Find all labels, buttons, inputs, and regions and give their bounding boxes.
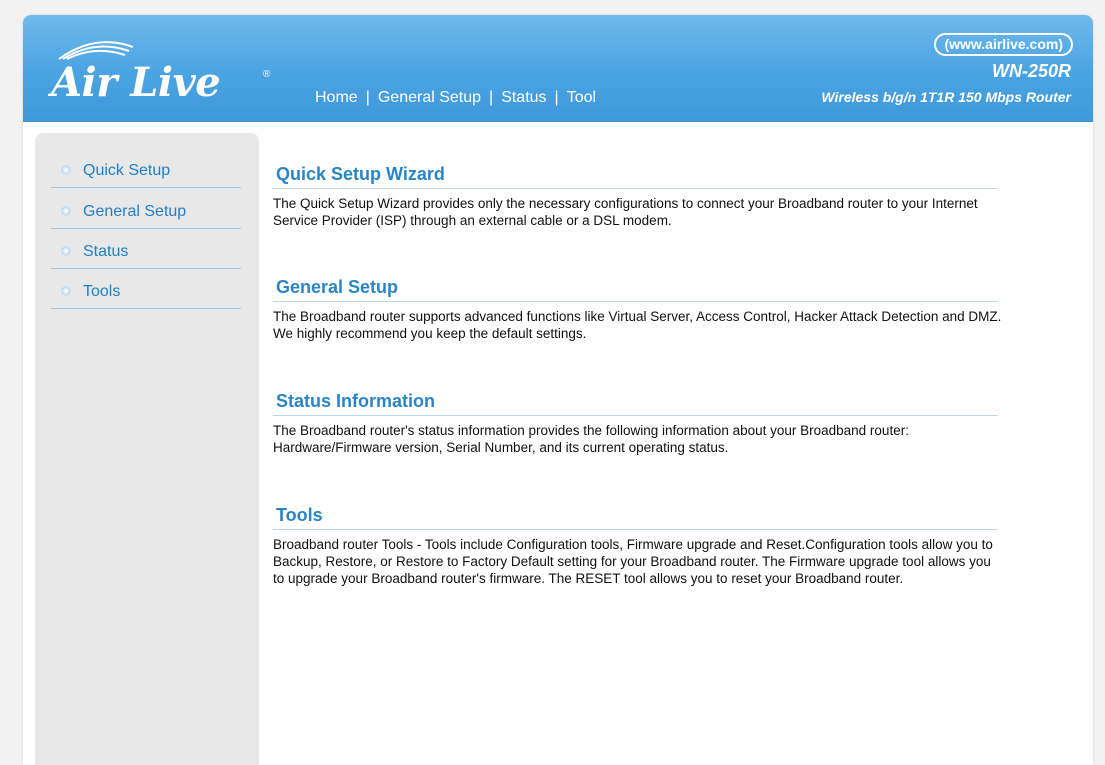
registered-mark: ® (263, 69, 271, 80)
sidebar-item-status[interactable]: Status (51, 238, 241, 269)
sidebar-item-general-setup[interactable]: General Setup (51, 198, 241, 229)
section-description: The Quick Setup Wizard provides only the… (273, 196, 978, 228)
bullet-icon (61, 206, 71, 216)
section-title: General Setup (273, 277, 998, 302)
top-navigation: Home | General Setup | Status | Tool (315, 89, 596, 107)
topnav-general-setup[interactable]: General Setup (378, 89, 481, 106)
section-description: The Broadband router supports advanced f… (273, 309, 1002, 341)
airlive-logo[interactable]: Air Live ® (51, 37, 281, 107)
sidebar-item-label: Status (83, 243, 129, 260)
topnav-separator: | (489, 89, 494, 106)
topnav-tool[interactable]: Tool (567, 89, 596, 106)
router-admin-page: Air Live ® Home | General Setup | Status | Too… (23, 15, 1093, 765)
topnav-status[interactable]: Status (501, 89, 546, 106)
wireless-swoosh-icon (58, 41, 134, 60)
model-description: Wireless b/g/n 1T1R 150 Mbps Router (821, 89, 1071, 105)
logo-text: Air Live (51, 59, 221, 106)
model-name: WN-250R (991, 61, 1071, 81)
bullet-icon (61, 165, 71, 175)
section-tools: Tools Broadband router Tools - Tools inc… (273, 505, 1013, 587)
sidebar-item-tools[interactable]: Tools (51, 278, 241, 309)
sidebar-item-label: General Setup (83, 203, 187, 220)
sidebar-item-quick-setup[interactable]: Quick Setup (51, 157, 241, 188)
sidebar-menu: Quick Setup General Setup Status Tools (35, 133, 259, 765)
sidebar-item-label: Tools (83, 283, 121, 300)
bullet-icon (61, 286, 71, 296)
topnav-separator: | (554, 89, 559, 106)
bullet-icon (61, 246, 71, 256)
topnav-home[interactable]: Home (315, 89, 358, 106)
topnav-separator: | (365, 89, 370, 106)
section-status-information: Status Information The Broadband router'… (273, 391, 1013, 456)
header-banner: Air Live ® Home | General Setup | Status | Too… (23, 15, 1093, 122)
section-title: Quick Setup Wizard (273, 164, 998, 189)
section-title: Status Information (273, 391, 998, 416)
section-description: Broadband router Tools - Tools include C… (273, 537, 993, 586)
section-title: Tools (273, 505, 998, 530)
section-description: The Broadband router's status informatio… (273, 423, 909, 455)
site-url-link[interactable]: (www.airlive.com) (934, 33, 1073, 56)
section-general-setup: General Setup The Broadband router suppo… (273, 277, 1013, 342)
sidebar-item-label: Quick Setup (83, 162, 171, 179)
section-quick-setup-wizard: Quick Setup Wizard The Quick Setup Wizar… (273, 164, 1013, 229)
